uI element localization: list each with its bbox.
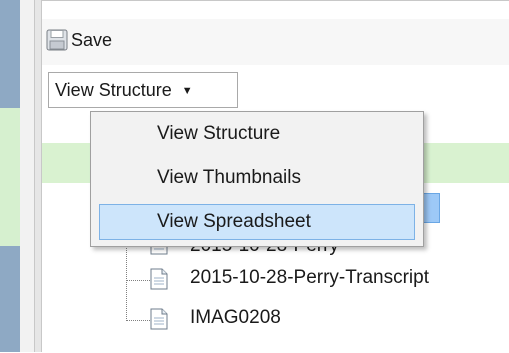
main-panel: Save View Structure ▼ ry 2015-10-28-Perr… bbox=[42, 0, 509, 352]
view-mode-dropdown-label: View Structure bbox=[55, 79, 172, 100]
chevron-down-icon: ▼ bbox=[181, 85, 193, 97]
tree-connector bbox=[126, 235, 127, 321]
floppy-disk-icon bbox=[46, 29, 68, 51]
menu-item-view-spreadsheet[interactable]: View Spreadsheet bbox=[99, 204, 415, 240]
save-button[interactable]: Save bbox=[46, 25, 112, 55]
view-mode-dropdown[interactable]: View Structure ▼ bbox=[48, 72, 238, 108]
document-icon bbox=[150, 308, 168, 330]
tree-item-label[interactable]: 2015-10-28-Perry-Transcript bbox=[190, 267, 429, 289]
menu-item-label: View Spreadsheet bbox=[157, 211, 311, 232]
panel-splitter[interactable] bbox=[34, 0, 42, 352]
tree-item-label[interactable]: IMAG0208 bbox=[190, 307, 281, 329]
menu-item-view-structure[interactable]: View Structure bbox=[99, 116, 415, 152]
tree-connector bbox=[126, 280, 152, 281]
save-label: Save bbox=[71, 29, 113, 50]
left-panel-highlight bbox=[0, 108, 20, 246]
view-mode-menu: View Structure View Thumbnails View Spre… bbox=[90, 111, 424, 247]
menu-item-label: View Structure bbox=[157, 123, 281, 144]
menu-item-label: View Thumbnails bbox=[157, 167, 301, 188]
tree-connector bbox=[126, 320, 152, 321]
menu-item-view-thumbnails[interactable]: View Thumbnails bbox=[99, 160, 415, 196]
left-panel-gap bbox=[20, 0, 34, 352]
document-icon bbox=[150, 268, 168, 290]
toolbar bbox=[42, 19, 509, 65]
